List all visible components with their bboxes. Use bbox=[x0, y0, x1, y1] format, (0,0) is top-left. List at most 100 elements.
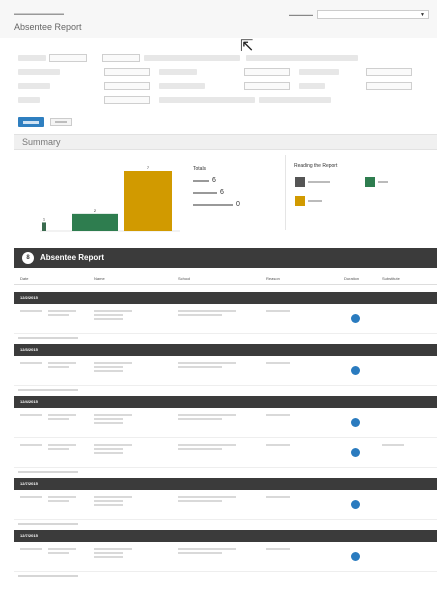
duration-indicator bbox=[351, 448, 360, 457]
column-header-reason[interactable]: Reason bbox=[266, 276, 280, 281]
table-cell bbox=[20, 362, 42, 364]
filter-row bbox=[14, 68, 424, 77]
group-footer-note bbox=[18, 471, 78, 473]
table-cell bbox=[266, 310, 290, 312]
total-value: 0 bbox=[236, 201, 240, 208]
filter-select[interactable] bbox=[244, 68, 290, 76]
table-row[interactable] bbox=[14, 542, 437, 572]
group-footer-note bbox=[18, 523, 78, 525]
table-cell bbox=[94, 362, 132, 372]
caret-down-icon: ▼ bbox=[420, 12, 425, 18]
legend-item bbox=[295, 196, 322, 206]
chart-bar bbox=[72, 213, 118, 231]
table-cell bbox=[20, 310, 42, 312]
table-cell bbox=[48, 548, 76, 554]
table-cell bbox=[48, 496, 76, 502]
search-button[interactable] bbox=[18, 117, 44, 127]
duration-indicator bbox=[351, 500, 360, 509]
table-cell bbox=[178, 362, 236, 368]
filter-select[interactable] bbox=[104, 82, 150, 90]
totals-panel: Totals 6 6 0 bbox=[193, 166, 281, 213]
summary-title: Summary bbox=[22, 137, 61, 147]
report-legend: Reading the Report bbox=[285, 155, 430, 230]
page-title: Absentee Report bbox=[14, 22, 82, 32]
total-value: 6 bbox=[220, 189, 224, 196]
report-badge: 8 bbox=[22, 252, 34, 264]
school-select-box[interactable]: ▼ bbox=[317, 10, 429, 19]
chart-bar bbox=[42, 222, 46, 231]
table-row[interactable] bbox=[14, 438, 437, 468]
column-header-substitute[interactable]: Substitute bbox=[382, 276, 400, 281]
group-footer-note bbox=[18, 337, 78, 339]
legend-item bbox=[365, 177, 388, 187]
table-cell bbox=[20, 496, 42, 498]
table-cell bbox=[48, 362, 76, 368]
start-date-input[interactable] bbox=[49, 54, 87, 62]
table-cell bbox=[178, 310, 236, 316]
summary-header bbox=[14, 134, 437, 150]
filter-row bbox=[14, 54, 424, 63]
date-group-header: 12/4/2015 bbox=[14, 396, 437, 408]
table-row[interactable] bbox=[14, 408, 437, 438]
filter-select[interactable] bbox=[366, 82, 412, 90]
table-cell bbox=[178, 496, 236, 502]
filter-select[interactable] bbox=[104, 96, 150, 104]
filter-row bbox=[14, 96, 424, 105]
end-date-input[interactable] bbox=[102, 54, 140, 62]
column-header-name[interactable]: Name bbox=[94, 276, 105, 281]
table-cell bbox=[266, 362, 290, 364]
date-group-label: 12/7/2015 bbox=[20, 481, 38, 486]
summary-bar-chart: 1 2 7 bbox=[40, 165, 180, 232]
table-cell bbox=[48, 310, 76, 316]
table-cell bbox=[178, 444, 236, 450]
report-column-headers: Date Name School Reason Duration Substit… bbox=[14, 272, 437, 285]
top-bar bbox=[0, 0, 437, 38]
table-cell bbox=[266, 444, 290, 446]
filter-select[interactable] bbox=[104, 68, 150, 76]
table-row[interactable] bbox=[14, 490, 437, 520]
table-cell bbox=[382, 444, 404, 446]
clear-button[interactable] bbox=[50, 118, 72, 126]
date-group-header: 12/3/2015 bbox=[14, 344, 437, 356]
column-header-date[interactable]: Date bbox=[20, 276, 28, 281]
column-header-school[interactable]: School bbox=[178, 276, 190, 281]
duration-indicator bbox=[351, 418, 360, 427]
chart-bar-label: 1 bbox=[43, 216, 46, 221]
table-row[interactable] bbox=[14, 304, 437, 334]
table-cell bbox=[94, 310, 132, 320]
duration-indicator bbox=[351, 314, 360, 323]
filter-select[interactable] bbox=[244, 82, 290, 90]
date-group-header: 12/2/2015 bbox=[14, 292, 437, 304]
legend-item bbox=[295, 177, 330, 187]
table-cell bbox=[20, 414, 42, 416]
table-row[interactable] bbox=[14, 356, 437, 386]
chart-bar-label: 2 bbox=[94, 208, 97, 213]
date-group-label: 12/3/2015 bbox=[20, 347, 38, 352]
school-select-label: ▬▬▬▬▬▬ bbox=[289, 12, 313, 17]
column-header-duration[interactable]: Duration bbox=[344, 276, 359, 281]
table-cell bbox=[266, 496, 290, 498]
table-cell bbox=[94, 414, 132, 424]
date-group-header: 12/7/2015 bbox=[14, 530, 437, 542]
chart-bar-label: 7 bbox=[147, 165, 150, 170]
table-cell bbox=[94, 496, 132, 506]
report-title: Absentee Report bbox=[40, 253, 105, 262]
date-group-header: 12/7/2015 bbox=[14, 478, 437, 490]
legend-heading: Reading the Report bbox=[294, 163, 338, 169]
totals-heading: Totals bbox=[193, 166, 207, 172]
table-cell bbox=[94, 548, 132, 558]
school-select[interactable]: ▬▬▬▬▬▬ ▼ bbox=[289, 10, 429, 19]
table-cell bbox=[266, 548, 290, 550]
table-cell bbox=[48, 414, 76, 420]
total-row: 6 bbox=[193, 189, 281, 196]
filter-select[interactable] bbox=[366, 68, 412, 76]
table-cell bbox=[48, 444, 76, 450]
table-cell bbox=[20, 548, 42, 550]
date-group-label: 12/7/2015 bbox=[20, 533, 38, 538]
table-cell bbox=[178, 414, 236, 420]
breadcrumb: ▬▬▬▬▬▬▬▬▬▬ bbox=[14, 11, 64, 17]
table-cell bbox=[20, 444, 42, 446]
date-group-label: 12/2/2015 bbox=[20, 295, 38, 300]
total-row: 6 bbox=[193, 177, 281, 184]
filter-row bbox=[14, 82, 424, 91]
